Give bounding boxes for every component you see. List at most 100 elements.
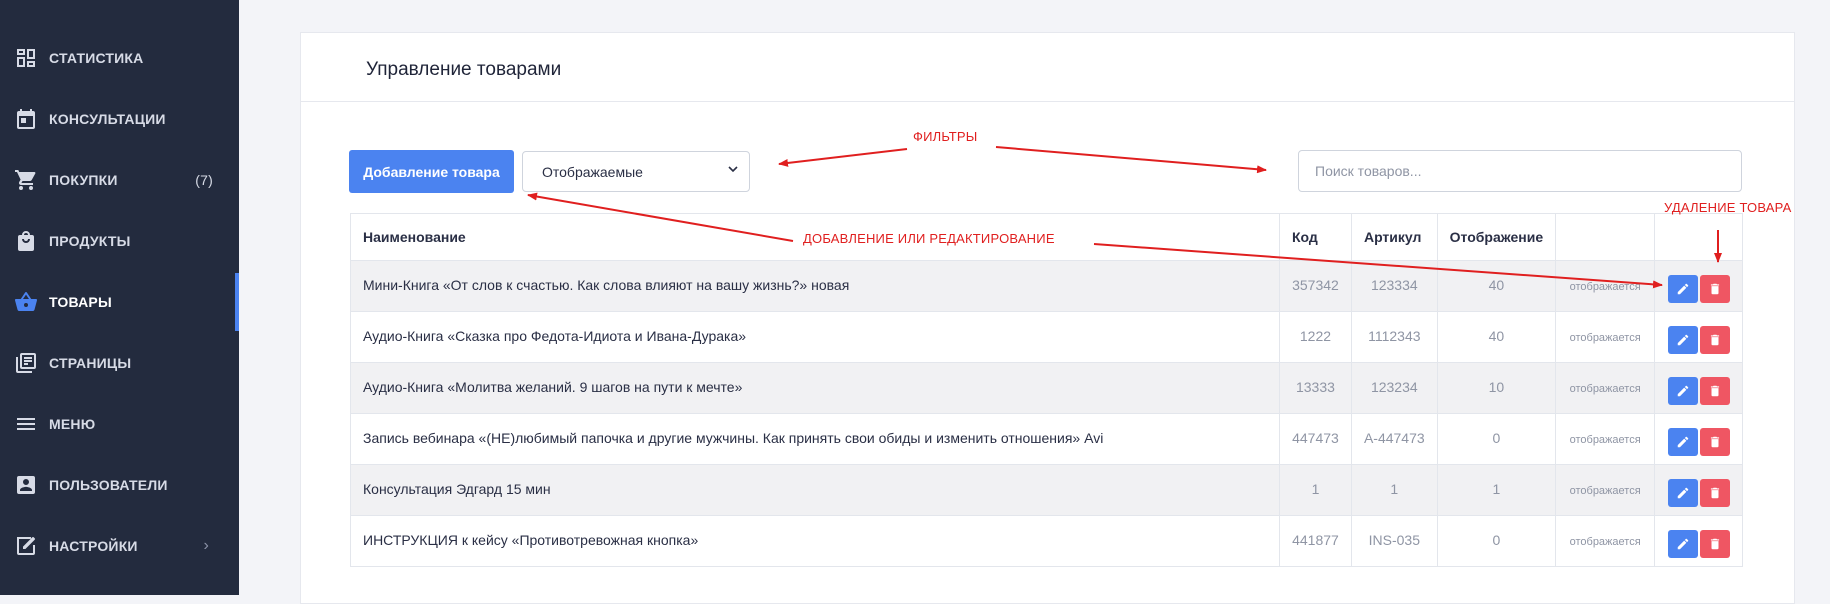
table-row: Мини-Книга «От слов к счастью. Как слова…: [350, 260, 1743, 312]
sidebar-item-statistics[interactable]: СТАТИСТИКА: [0, 29, 239, 87]
delete-button[interactable]: [1699, 428, 1730, 456]
display-filter-select[interactable]: Отображаемые: [522, 151, 750, 192]
sidebar-item-label: ТОВАРЫ: [49, 294, 112, 310]
cart-icon: [14, 168, 38, 192]
product-display-order: 10: [1436, 362, 1557, 414]
table-row: Аудио-Книга «Сказка про Федота-Идиота и …: [350, 311, 1743, 363]
sidebar-item-purchases[interactable]: ПОКУПКИ (7): [0, 151, 239, 209]
row-actions: [1654, 260, 1743, 312]
annotation-add-edit: ДОБАВЛЕНИЕ ИЛИ РЕДАКТИРОВАНИЕ: [803, 231, 1055, 246]
annotation-delete: УДАЛЕНИЕ ТОВАРА: [1664, 200, 1792, 215]
sidebar: СТАТИСТИКА КОНСУЛЬТАЦИИ ПОКУПКИ (7) ПРОД…: [0, 0, 239, 595]
edit-button[interactable]: [1667, 326, 1698, 354]
shopping-bag-icon: [14, 229, 38, 253]
column-header-actions: [1654, 213, 1743, 261]
product-name: Запись вебинара «(НЕ)любимый папочка и д…: [350, 413, 1280, 465]
pencil-icon: [1677, 538, 1688, 550]
product-display-order: 0: [1436, 413, 1557, 465]
column-header-code[interactable]: Код: [1278, 213, 1352, 261]
sidebar-item-label: СТАТИСТИКА: [49, 50, 144, 66]
sidebar-item-products[interactable]: ПРОДУКТЫ: [0, 212, 239, 270]
product-article: А-447473: [1350, 413, 1438, 465]
product-display-order: 1: [1436, 464, 1557, 516]
trash-icon: [1710, 538, 1719, 550]
products-table: Наименование Код Артикул Отображение Мин…: [350, 213, 1743, 567]
edit-button[interactable]: [1667, 275, 1698, 303]
product-article: 123334: [1350, 260, 1438, 312]
sidebar-item-consultations[interactable]: КОНСУЛЬТАЦИИ: [0, 90, 239, 148]
pencil-icon: [1677, 283, 1688, 295]
sidebar-item-settings[interactable]: НАСТРОЙКИ ›: [0, 517, 239, 575]
product-status: отображается: [1555, 260, 1656, 312]
row-actions: [1654, 413, 1743, 465]
trash-icon: [1710, 334, 1719, 346]
sidebar-item-pages[interactable]: СТРАНИЦЫ: [0, 334, 239, 392]
product-code: 441877: [1278, 515, 1352, 567]
edit-button[interactable]: [1667, 428, 1698, 456]
table-row: Консультация Эдгард 15 мин 1 1 1 отображ…: [350, 464, 1743, 516]
pencil-icon: [1677, 436, 1688, 448]
table-row: Аудио-Книга «Молитва желаний. 9 шагов на…: [350, 362, 1743, 414]
dashboard-icon: [14, 46, 38, 70]
delete-button[interactable]: [1699, 275, 1730, 303]
table-row: Запись вебинара «(НЕ)любимый папочка и д…: [350, 413, 1743, 465]
delete-button[interactable]: [1699, 326, 1730, 354]
trash-icon: [1710, 487, 1719, 499]
product-code: 357342: [1278, 260, 1352, 312]
row-actions: [1654, 362, 1743, 414]
product-code: 447473: [1278, 413, 1352, 465]
sidebar-item-label: МЕНЮ: [49, 416, 96, 432]
column-header-article[interactable]: Артикул: [1350, 213, 1438, 261]
product-status: отображается: [1555, 362, 1656, 414]
column-header-status: [1555, 213, 1656, 261]
sidebar-item-menu[interactable]: МЕНЮ: [0, 395, 239, 453]
column-header-display[interactable]: Отображение: [1436, 213, 1557, 261]
calendar-icon: [14, 107, 38, 131]
edit-button[interactable]: [1667, 479, 1698, 507]
add-product-button[interactable]: Добавление товара: [349, 150, 514, 193]
product-name: ИНСТРУКЦИЯ к кейсу «Противотревожная кно…: [350, 515, 1280, 567]
product-name: Мини-Книга «От слов к счастью. Как слова…: [350, 260, 1280, 312]
product-status: отображается: [1555, 464, 1656, 516]
delete-button[interactable]: [1699, 377, 1730, 405]
pencil-icon: [1677, 385, 1688, 397]
sidebar-item-label: СТРАНИЦЫ: [49, 355, 132, 371]
search-input[interactable]: [1298, 150, 1742, 192]
sidebar-item-label: ПОКУПКИ: [49, 172, 118, 188]
pencil-icon: [1677, 334, 1688, 346]
product-status: отображается: [1555, 311, 1656, 363]
product-status: отображается: [1555, 515, 1656, 567]
edit-button[interactable]: [1667, 377, 1698, 405]
product-article: 1: [1350, 464, 1438, 516]
chevron-down-icon: [728, 166, 738, 173]
menu-icon: [14, 412, 38, 436]
product-article: 123234: [1350, 362, 1438, 414]
account-box-icon: [14, 473, 38, 497]
purchases-count-badge: (7): [195, 172, 213, 188]
sidebar-item-goods[interactable]: ТОВАРЫ: [0, 273, 239, 331]
product-code: 1222: [1278, 311, 1352, 363]
filter-select-value: Отображаемые: [542, 164, 643, 180]
library-books-icon: [14, 351, 38, 375]
sidebar-item-label: ПРОДУКТЫ: [49, 233, 131, 249]
sidebar-item-label: КОНСУЛЬТАЦИИ: [49, 111, 166, 127]
pencil-icon: [1677, 487, 1688, 499]
product-status: отображается: [1555, 413, 1656, 465]
delete-button[interactable]: [1699, 530, 1730, 558]
trash-icon: [1710, 436, 1719, 448]
product-name: Аудио-Книга «Сказка про Федота-Идиота и …: [350, 311, 1280, 363]
product-display-order: 40: [1436, 260, 1557, 312]
product-article: 1112343: [1350, 311, 1438, 363]
card-header: Управление товарами: [301, 33, 1794, 102]
sidebar-item-label: НАСТРОЙКИ: [49, 538, 138, 554]
edit-button[interactable]: [1667, 530, 1698, 558]
page-title: Управление товарами: [366, 59, 562, 80]
product-display-order: 40: [1436, 311, 1557, 363]
sidebar-item-users[interactable]: ПОЛЬЗОВАТЕЛИ: [0, 456, 239, 514]
table-row: ИНСТРУКЦИЯ к кейсу «Противотревожная кно…: [350, 515, 1743, 567]
delete-button[interactable]: [1699, 479, 1730, 507]
product-name: Консультация Эдгард 15 мин: [350, 464, 1280, 516]
annotation-filters: ФИЛЬТРЫ: [913, 129, 978, 144]
product-code: 1: [1278, 464, 1352, 516]
edit-settings-icon: [14, 534, 38, 558]
